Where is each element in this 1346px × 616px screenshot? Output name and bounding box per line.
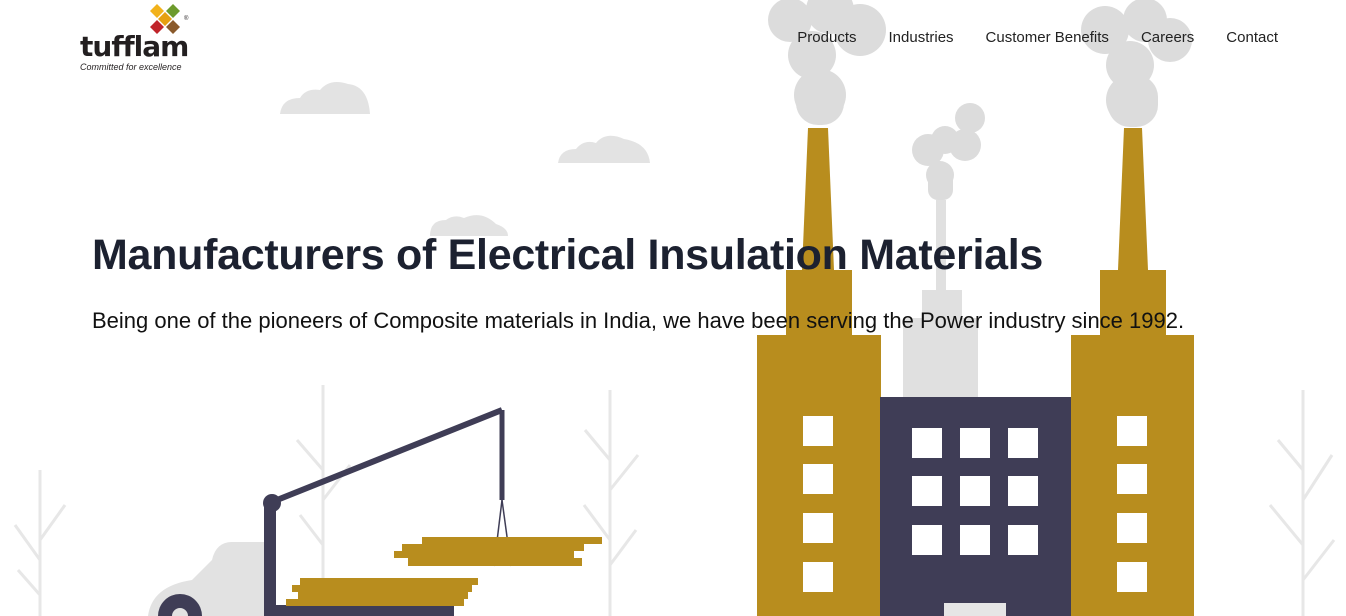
tree <box>582 390 640 616</box>
brand-logo[interactable]: ® tufflam Committed for excellence <box>78 3 198 73</box>
cloud <box>280 82 370 114</box>
tree <box>1268 390 1336 616</box>
nav-customer-benefits[interactable]: Customer Benefits <box>986 29 1109 46</box>
brand-tagline: Committed for excellence <box>80 62 182 72</box>
smoke-middle <box>912 103 985 200</box>
right-chimney <box>1118 128 1148 270</box>
lumber-hanging <box>394 537 602 566</box>
nav-products[interactable]: Products <box>797 29 856 46</box>
hero-title: Manufacturers of Electrical Insulation M… <box>92 231 1043 279</box>
main-nav: Products Industries Customer Benefits Ca… <box>797 29 1278 46</box>
lumber-on-truck <box>286 578 478 606</box>
cloud <box>558 135 650 163</box>
tree <box>13 470 67 616</box>
registered-mark: ® <box>184 16 189 22</box>
brand-wordmark: tufflam <box>80 30 189 63</box>
smoke-right <box>1081 0 1192 127</box>
smoke-left <box>768 0 886 125</box>
hero-subtitle: Being one of the pioneers of Composite m… <box>92 308 1185 333</box>
nav-contact[interactable]: Contact <box>1226 29 1278 46</box>
nav-careers[interactable]: Careers <box>1141 29 1194 46</box>
nav-industries[interactable]: Industries <box>889 29 954 46</box>
building-door <box>944 603 1006 616</box>
